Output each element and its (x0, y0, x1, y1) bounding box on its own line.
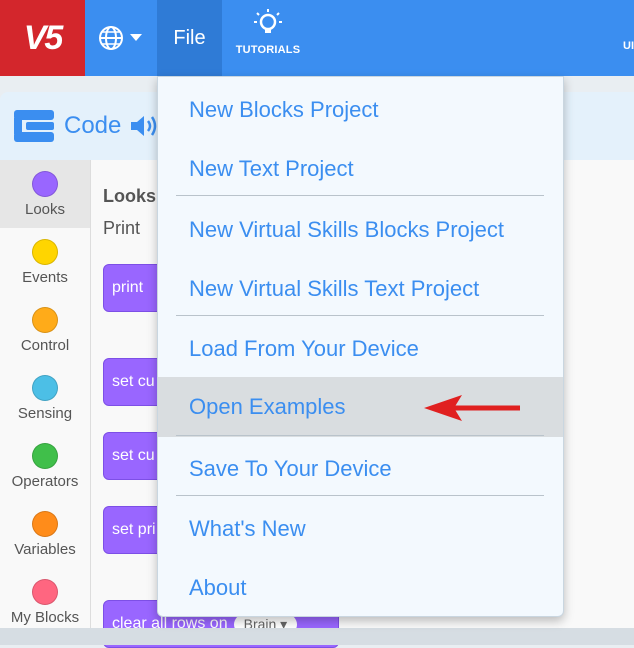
top-menu-bar: V5 File TUTORIALS UI (0, 0, 634, 76)
category-variables[interactable]: Variables (0, 500, 90, 568)
category-dot (32, 170, 58, 197)
menu-divider (176, 315, 544, 316)
menu-divider (176, 435, 544, 436)
code-tab-label: Code (64, 112, 122, 139)
tab-code[interactable]: Code (0, 92, 169, 160)
menu-item-new-virtual-skills-blocks-project[interactable]: New Virtual Skills Blocks Project (158, 200, 563, 260)
tutorials-label: TUTORIALS (235, 44, 301, 56)
vex-logo[interactable]: V5 (0, 0, 85, 76)
category-my-blocks[interactable]: My Blocks (0, 568, 90, 636)
menu-item-about[interactable]: About (158, 558, 563, 618)
lightbulb-icon (254, 9, 282, 33)
category-label: Control (20, 336, 70, 354)
tutorials-button[interactable]: TUTORIALS (228, 8, 308, 68)
file-dropdown-menu: New Blocks Project New Text Project New … (157, 76, 564, 617)
menu-divider (176, 495, 544, 496)
category-control[interactable]: Control (0, 296, 90, 364)
block-label: set cu (112, 447, 155, 464)
block-label: set pri (112, 521, 156, 538)
language-menu[interactable] (85, 0, 155, 76)
menu-item-save-to-device[interactable]: Save To Your Device (158, 439, 563, 499)
menu-item-load-from-device[interactable]: Load From Your Device (158, 319, 563, 379)
speaker-icon[interactable] (129, 113, 159, 139)
palette-subheading: Print (103, 218, 141, 238)
caret-down-icon (130, 34, 142, 41)
truncated-menu-label[interactable]: UI (623, 40, 634, 52)
category-dot (32, 578, 58, 605)
category-dot (32, 238, 58, 265)
bottom-band (0, 628, 634, 645)
red-arrow-icon (424, 395, 520, 421)
category-sensing[interactable]: Sensing (0, 364, 90, 432)
menu-item-new-blocks-project[interactable]: New Blocks Project (158, 80, 563, 140)
category-label: Looks (24, 200, 66, 218)
menu-item-whats-new[interactable]: What's New (158, 499, 563, 559)
block-label: set cu (112, 373, 155, 390)
category-menu: Looks Events Control Sensing Operators V… (0, 160, 91, 645)
globe-icon (99, 26, 123, 50)
block-label: print (112, 279, 144, 296)
category-dot (32, 306, 58, 333)
file-menu-button[interactable]: File (157, 0, 222, 76)
category-label: Operators (11, 472, 79, 490)
category-label: Events (22, 268, 68, 286)
category-looks[interactable]: Looks (0, 160, 90, 228)
category-label: Variables (14, 540, 76, 558)
category-dot (32, 442, 58, 469)
menu-divider (176, 195, 544, 196)
code-blocks-icon (14, 110, 54, 142)
menu-item-new-virtual-skills-text-project[interactable]: New Virtual Skills Text Project (158, 259, 563, 319)
category-label: Sensing (17, 404, 73, 422)
category-events[interactable]: Events (0, 228, 90, 296)
category-label: My Blocks (10, 608, 80, 626)
menu-item-new-text-project[interactable]: New Text Project (158, 139, 563, 199)
category-operators[interactable]: Operators (0, 432, 90, 500)
category-dot (32, 510, 58, 537)
category-dot (32, 374, 58, 401)
palette-heading: Looks (103, 186, 157, 206)
